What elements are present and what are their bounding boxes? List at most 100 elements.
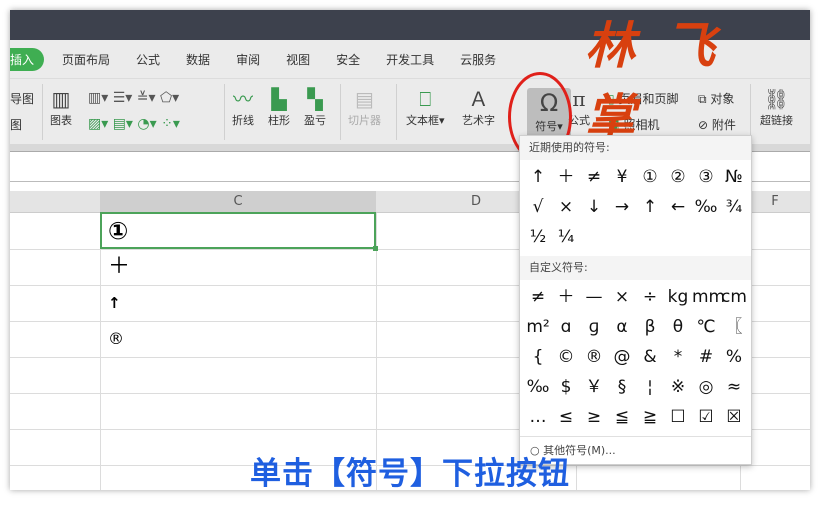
custom-symbol[interactable]: $	[552, 372, 580, 402]
custom-symbol[interactable]: ɡ	[580, 312, 608, 342]
bar-chart-icon: ▥	[51, 87, 71, 111]
textbox-label: 文本框	[406, 114, 439, 127]
custom-symbol[interactable]: ©	[552, 342, 580, 372]
recent-symbol[interactable]: ¥	[608, 162, 636, 192]
logo-signature: 林飞掌	[585, 16, 745, 147]
chart-type-icons-row2[interactable]: ▨▾ ▤▾ ◔▾ ⁘▾	[88, 116, 180, 132]
custom-symbol[interactable]: @	[608, 342, 636, 372]
wordart-label: 艺术字	[462, 114, 495, 127]
custom-symbol[interactable]: ￥	[580, 372, 608, 402]
recent-symbol[interactable]: ②	[664, 162, 692, 192]
custom-symbol[interactable]: m²	[524, 312, 552, 342]
recent-symbol[interactable]: ↓	[580, 192, 608, 222]
custom-symbol[interactable]: 〖	[720, 312, 748, 342]
chart-type-icons-row1[interactable]: ▥▾ ☰▾ ≚▾ ⬠▾	[88, 90, 179, 106]
custom-symbol[interactable]: ≥	[580, 402, 608, 432]
tab-7[interactable]: 开发工具	[386, 51, 434, 68]
tab-2[interactable]: 公式	[136, 51, 160, 68]
winloss-label: 盈亏	[304, 114, 326, 127]
custom-symbol[interactable]: cm	[720, 282, 748, 312]
custom-symbol[interactable]: …	[524, 402, 552, 432]
sparkline-line-button[interactable]: 〰折线	[232, 86, 254, 128]
custom-symbol[interactable]: ※	[664, 372, 692, 402]
column-label: 柱形	[268, 114, 290, 127]
custom-symbol[interactable]: ≈	[720, 372, 748, 402]
recent-symbol[interactable]: ≠	[580, 162, 608, 192]
partial-button-top[interactable]: 导图	[10, 90, 34, 107]
tab-0[interactable]: 插入	[10, 47, 45, 71]
recent-symbol[interactable]: ↑	[636, 192, 664, 222]
recent-symbol[interactable]: ×	[552, 192, 580, 222]
custom-symbol[interactable]: ×	[608, 282, 636, 312]
recent-symbol[interactable]: ←	[664, 192, 692, 222]
custom-symbol[interactable]: θ	[664, 312, 692, 342]
selected-cell-c1[interactable]	[100, 212, 378, 251]
wordart-button[interactable]: Ａ 艺术字	[462, 86, 495, 128]
tab-8[interactable]: 云服务	[460, 51, 496, 68]
custom-symbol[interactable]: {	[524, 342, 552, 372]
recent-symbol[interactable]: ¾	[720, 192, 748, 222]
custom-symbol[interactable]: ＋	[552, 282, 580, 312]
slicer-label: 切片器	[348, 114, 381, 127]
custom-symbol[interactable]: §	[608, 372, 636, 402]
custom-symbol[interactable]: *	[664, 342, 692, 372]
custom-symbols-title: 自定义符号:	[520, 256, 751, 280]
custom-symbol[interactable]: ◎	[692, 372, 720, 402]
recent-symbol[interactable]: →	[608, 192, 636, 222]
textbox-button[interactable]: ⎕ 文本框▾	[406, 86, 445, 128]
symbol-dropdown: 近期使用的符号: ↑ ＋ ≠ ¥ ① ② ③ № √ × ↓ → ↑ ← ‰ ¾ ½ ¼ 自定义符号: ≠ ＋ — × ÷…	[519, 135, 752, 465]
custom-symbol[interactable]: —	[580, 282, 608, 312]
recent-symbol[interactable]: ③	[692, 162, 720, 192]
column-sparkline-icon: ▙	[271, 87, 287, 111]
custom-symbol[interactable]: β	[636, 312, 664, 342]
custom-symbol[interactable]: ≧	[636, 402, 664, 432]
partial-button-bottom[interactable]: 图	[10, 116, 22, 133]
recent-symbol[interactable]: ①	[636, 162, 664, 192]
custom-symbol[interactable]: ☒	[720, 402, 748, 432]
recent-symbols-grid: ↑ ＋ ≠ ¥ ① ② ③ № √ × ↓ → ↑ ← ‰ ¾ ½ ¼	[520, 160, 751, 254]
cell-c4[interactable]: ®	[102, 321, 377, 357]
custom-symbol[interactable]: kg	[664, 282, 692, 312]
tab-1[interactable]: 页面布局	[62, 51, 110, 68]
winloss-sparkline-icon: ▚	[307, 87, 323, 111]
line-label: 折线	[232, 114, 254, 127]
sparkline-column-button[interactable]: ▙ 柱形	[268, 86, 290, 128]
cell-c2[interactable]: ＋	[102, 249, 377, 285]
tab-5[interactable]: 视图	[286, 51, 310, 68]
cell-c3[interactable]: ↑	[102, 285, 377, 321]
textbox-icon: ⎕	[419, 87, 432, 111]
custom-symbol[interactable]: ≦	[608, 402, 636, 432]
chart-label: 图表	[50, 114, 72, 127]
slicer-button[interactable]: ▤ 切片器	[348, 86, 381, 128]
custom-symbol[interactable]: mm	[692, 282, 725, 312]
custom-symbol[interactable]: α	[608, 312, 636, 342]
recent-symbol[interactable]: √	[524, 192, 552, 222]
wordart-icon: Ａ	[468, 87, 489, 111]
custom-symbol[interactable]: ℃	[692, 312, 720, 342]
recent-symbol[interactable]: ↑	[524, 162, 552, 192]
recent-symbol[interactable]: ¼	[552, 222, 580, 252]
custom-symbol[interactable]: ≠	[524, 282, 552, 312]
recent-symbol[interactable]: ‰	[692, 192, 720, 222]
custom-symbol[interactable]: ¦	[636, 372, 664, 402]
tab-6[interactable]: 安全	[336, 51, 360, 68]
recent-symbols-title: 近期使用的符号:	[520, 136, 751, 160]
custom-symbol[interactable]: ☐	[664, 402, 692, 432]
recent-symbol[interactable]: №	[720, 162, 748, 192]
custom-symbol[interactable]: #	[692, 342, 720, 372]
custom-symbol[interactable]: ɑ	[552, 312, 580, 342]
custom-symbol[interactable]: ☑	[692, 402, 720, 432]
custom-symbol[interactable]: &	[636, 342, 664, 372]
tab-3[interactable]: 数据	[186, 51, 210, 68]
custom-symbol[interactable]: ‰	[524, 372, 552, 402]
sparkline-winloss-button[interactable]: ▚ 盈亏	[304, 86, 326, 128]
column-header-c[interactable]: C	[100, 191, 376, 213]
custom-symbol[interactable]: ®	[580, 342, 608, 372]
recent-symbol[interactable]: ½	[524, 222, 552, 252]
custom-symbol[interactable]: ≤	[552, 402, 580, 432]
tab-4[interactable]: 审阅	[236, 51, 260, 68]
chart-button[interactable]: ▥ 图表	[50, 86, 72, 128]
custom-symbol[interactable]: ÷	[636, 282, 664, 312]
recent-symbol[interactable]: ＋	[552, 162, 580, 192]
custom-symbol[interactable]: %	[720, 342, 748, 372]
